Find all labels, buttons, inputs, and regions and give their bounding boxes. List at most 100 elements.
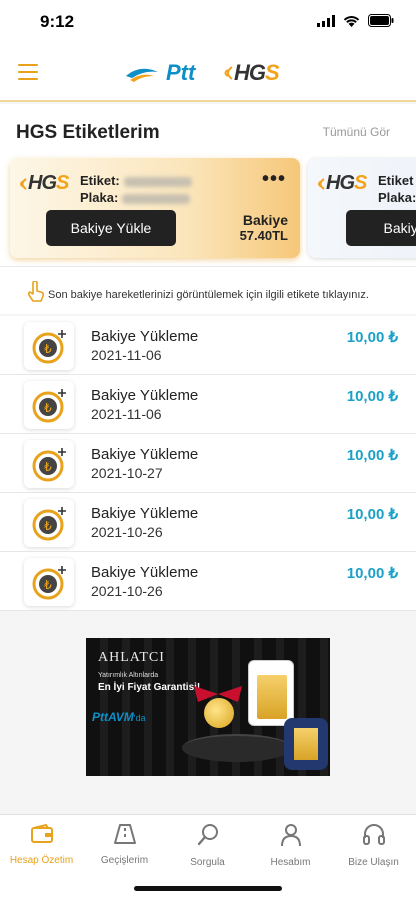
svg-text:₺: ₺	[44, 519, 52, 533]
tab-label: Geçişlerim	[100, 855, 149, 866]
gold-coin-icon	[204, 698, 234, 728]
tab-sorgula[interactable]: Sorgula	[166, 823, 249, 868]
card-info: Etiket: Plaka:	[80, 172, 192, 206]
wallet-icon	[30, 823, 53, 843]
banner-subtitle: Yatırımlık Altınlarda	[98, 672, 159, 679]
tab-bize-ulasin[interactable]: Bize Ulaşın	[332, 823, 415, 868]
banner-suffix: 'da	[133, 713, 146, 723]
tab-hesabim[interactable]: Hesabım	[249, 823, 332, 868]
svg-text:₺: ₺	[44, 342, 52, 356]
gold-bar-package-icon	[248, 660, 294, 726]
transaction-amount: 10,00 ₺	[346, 565, 398, 582]
lira-coin-icon: ₺	[24, 440, 74, 488]
transaction-title: Bakiye Yükleme	[91, 564, 199, 581]
etiket-label: Etiket:	[80, 173, 120, 188]
signal-icon	[317, 14, 335, 27]
gold-bar-keychain-icon	[284, 718, 328, 770]
list-item[interactable]: ₺ Bakiye Yükleme 2021-11-06 10,00 ₺	[0, 375, 416, 434]
lira-coin-icon: ₺	[24, 499, 74, 547]
status-time: 9:12	[40, 12, 75, 31]
transaction-date: 2021-10-26	[91, 583, 163, 599]
user-icon	[280, 824, 301, 847]
wifi-icon	[343, 15, 360, 27]
tab-label: Sorgula	[190, 857, 225, 868]
transaction-title: Bakiye Yükleme	[91, 505, 199, 522]
headset-icon	[362, 824, 385, 845]
transaction-list: ₺ Bakiye Yükleme 2021-11-06 10,00 ₺ ₺ Ba…	[0, 316, 416, 611]
transaction-title: Bakiye Yükleme	[91, 387, 199, 404]
tab-label: Bize Ulaşın	[348, 857, 399, 868]
transaction-date: 2021-11-06	[91, 347, 162, 363]
more-options-icon[interactable]: •••	[262, 168, 286, 191]
app-header: Ptt HGS	[0, 46, 416, 102]
banner-pttavm-text: PttAVM	[92, 710, 134, 724]
etiket-label: Etiket	[378, 173, 414, 188]
battery-icon	[368, 14, 394, 27]
section-header: HGS Etiketlerim Tümünü Gör	[0, 104, 416, 152]
hgs-logo-text: HGS	[234, 60, 280, 85]
hint-text: Son bakiye hareketlerinizi görüntülemek …	[48, 289, 369, 301]
list-item[interactable]: ₺ Bakiye Yükleme 2021-11-06 10,00 ₺	[0, 316, 416, 375]
transaction-date: 2021-10-26	[91, 524, 163, 540]
plaka-value-redacted	[122, 193, 191, 204]
tab-label: Hesap Özetim	[9, 855, 74, 866]
load-balance-button[interactable]: Bakiye Y	[346, 210, 416, 246]
list-item[interactable]: ₺ Bakiye Yükleme 2021-10-27 10,00 ₺	[0, 434, 416, 493]
card-hgs-logo: HGS	[314, 172, 367, 195]
hgs-signal-icon	[20, 177, 27, 190]
banner-brand: AHLATCI	[98, 650, 165, 665]
etiket-value-redacted	[123, 176, 192, 187]
list-item[interactable]: ₺ Bakiye Yükleme 2021-10-26 10,00 ₺	[0, 552, 416, 611]
transaction-date: 2021-10-27	[91, 465, 163, 481]
plaka-label: Plaka:	[80, 190, 119, 205]
transaction-amount: 10,00 ₺	[346, 329, 398, 346]
transaction-title: Bakiye Yükleme	[91, 328, 199, 345]
ptt-logo: Ptt	[124, 60, 195, 86]
list-item[interactable]: ₺ Bakiye Yükleme 2021-10-26 10,00 ₺	[0, 493, 416, 552]
page-title: HGS Etiketlerim	[16, 122, 160, 143]
tap-hand-icon	[27, 281, 45, 302]
hgs-signal-icon	[224, 66, 233, 80]
card-hgs-logo: HGS	[16, 172, 69, 195]
card-info: Etiket Plaka:	[378, 172, 416, 206]
tab-gecislerim[interactable]: Geçişlerim	[83, 823, 166, 866]
road-icon	[113, 824, 136, 844]
card-hgs-text: HGS	[28, 172, 69, 194]
status-bar: 9:12	[0, 0, 416, 46]
tag-cards-carousel[interactable]: HGS Etiket: Plaka: ••• Bakiye Yükle Baki…	[0, 152, 416, 266]
card-hgs-text: HGS	[326, 172, 367, 194]
tab-label: Hesabım	[270, 857, 311, 868]
plaka-label: Plaka:	[378, 190, 416, 205]
transaction-amount: 10,00 ₺	[346, 506, 398, 523]
see-all-link[interactable]: Tümünü Gör	[323, 125, 390, 139]
svg-text:₺: ₺	[44, 578, 52, 592]
balance-label: Bakiye	[242, 212, 288, 228]
svg-text:₺: ₺	[44, 401, 52, 415]
lira-coin-icon: ₺	[24, 381, 74, 429]
promo-banner[interactable]: AHLATCI Yatırımlık Altınlarda En İyi Fiy…	[86, 638, 330, 776]
transaction-amount: 10,00 ₺	[346, 388, 398, 405]
hamburger-menu-icon[interactable]	[18, 64, 38, 80]
tag-card[interactable]: HGS Etiket: Plaka: ••• Bakiye Yükle Baki…	[10, 158, 300, 258]
transaction-amount: 10,00 ₺	[346, 447, 398, 464]
status-icons	[317, 14, 394, 27]
ptt-logo-text: Ptt	[166, 60, 196, 85]
hgs-logo: HGS	[220, 60, 280, 86]
lira-coin-icon: ₺	[24, 322, 74, 370]
transaction-title: Bakiye Yükleme	[91, 446, 199, 463]
card-balance: Bakiye 57.40TL	[240, 212, 288, 244]
balance-value: 57.40TL	[239, 228, 288, 243]
tag-card[interactable]: HGS Etiket Plaka: Bakiye Y	[308, 158, 416, 258]
banner-pttavm-logo: PttAVM'da	[92, 710, 146, 724]
ptt-swoosh-icon	[126, 68, 158, 82]
lira-coin-icon: ₺	[24, 558, 74, 606]
transaction-date: 2021-11-06	[91, 406, 162, 422]
home-indicator[interactable]	[134, 886, 282, 891]
banner-stage	[182, 734, 292, 762]
search-icon	[197, 824, 218, 846]
svg-text:₺: ₺	[44, 460, 52, 474]
load-balance-button[interactable]: Bakiye Yükle	[46, 210, 176, 246]
hint-bar: Son bakiye hareketlerinizi görüntülemek …	[0, 266, 416, 314]
hgs-signal-icon	[318, 177, 325, 190]
tab-hesap-ozetim[interactable]: Hesap Özetim	[0, 823, 83, 866]
